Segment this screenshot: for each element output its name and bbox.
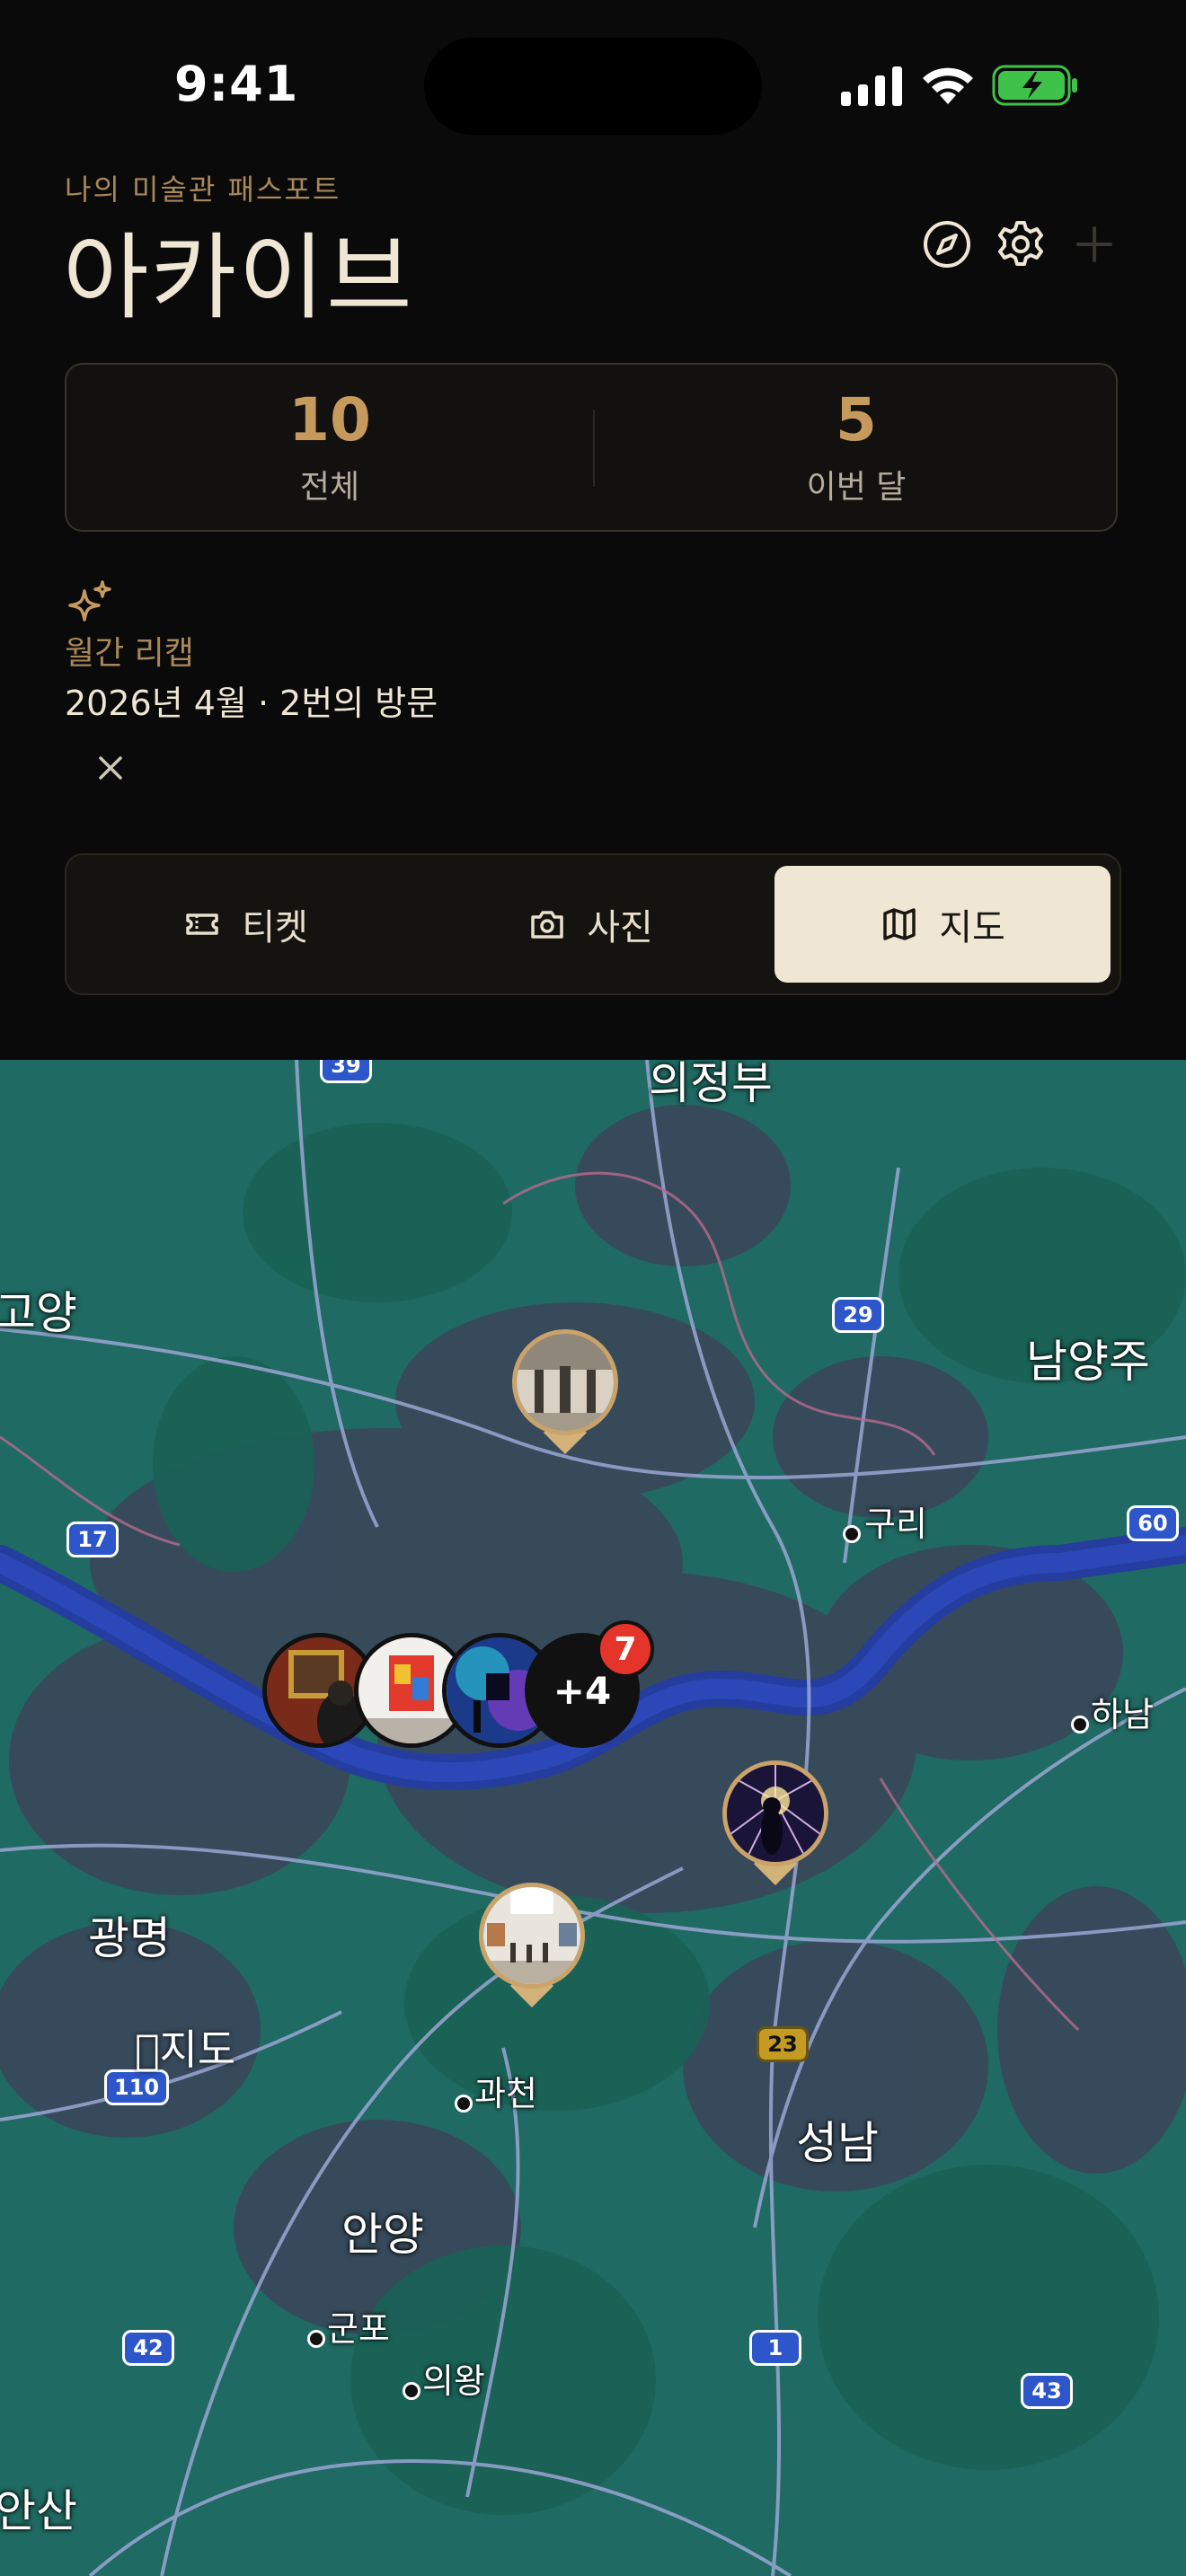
status-time: 9:41: [174, 56, 299, 112]
apple-logo-icon: : [135, 2025, 160, 2074]
stats-card: 10 전체 5 이번 달: [65, 363, 1118, 532]
map-dot-guri: [843, 1525, 861, 1543]
cluster-count-badge: 7: [597, 1620, 654, 1678]
map-label-gunpo: 군포: [327, 2309, 390, 2349]
photo-pin[interactable]: [479, 1883, 585, 1989]
tab-ticket[interactable]: 티켓: [77, 866, 413, 983]
map-base-layer: [0, 1060, 1186, 2576]
stat-total-label: 전체: [299, 468, 360, 506]
tab-photo-label: 사진: [587, 907, 653, 948]
map-label-guri: 구리: [864, 1504, 927, 1544]
map-label-namyangju: 남양주: [1026, 1336, 1150, 1388]
map-label-seongnam: 성남: [796, 2117, 879, 2169]
road-shield: 17: [66, 1522, 119, 1557]
map-label-uiwang: 의왕: [422, 2361, 485, 2401]
tab-ticket-label: 티켓: [242, 907, 308, 948]
tab-map-label: 지도: [939, 907, 1005, 948]
photo-pin[interactable]: [512, 1329, 618, 1435]
stat-this-month: 5 이번 달: [593, 385, 1120, 507]
map-attribution: 지도: [135, 2017, 235, 2077]
map-label-ansan: 안산: [0, 2485, 77, 2537]
dynamic-island: [424, 38, 762, 135]
compass-icon[interactable]: [918, 216, 976, 273]
road-shield: 43: [1021, 2373, 1073, 2409]
road-shield: 60: [1127, 1505, 1179, 1541]
map-dot-uiwang: [403, 2382, 420, 2400]
ticket-icon: [186, 913, 218, 935]
map-label-uijeongbu: 의정부: [649, 1060, 773, 1109]
map-label-hanam: 하남: [1091, 1695, 1154, 1734]
light-installation-photo: [727, 1765, 824, 1862]
page-title: 아카이브: [63, 223, 414, 332]
view-segmented-control: 티켓 사진 지도: [65, 853, 1121, 995]
stat-total-value: 10: [288, 385, 371, 454]
stat-month-label: 이번 달: [806, 468, 907, 506]
cellular-signal-icon: [841, 66, 902, 106]
map-icon: [883, 908, 916, 940]
map-label-goyang: 고양: [0, 1287, 77, 1339]
road-shield: 29: [832, 1297, 884, 1333]
road-shield: 23: [757, 2026, 809, 2062]
map-dot-gwacheon: [455, 2095, 473, 2113]
photo-pin[interactable]: [722, 1760, 828, 1866]
stat-total: 10 전체: [66, 385, 593, 507]
map-label-anyang: 안양: [341, 2209, 424, 2261]
road-shield: 42: [122, 2330, 174, 2366]
tab-map[interactable]: 지도: [774, 866, 1111, 983]
map-view[interactable]: 의정부 고양 남양주 구리 하남 광명 과천 성남 안양 군포 의왕 안산 39…: [0, 1060, 1186, 2576]
map-brand-label: 지도: [135, 2025, 236, 2074]
map-dot-hanam: [1071, 1716, 1089, 1734]
museum-gallery-photo: [483, 1887, 580, 1984]
gear-icon[interactable]: [992, 216, 1049, 273]
gallery-hall-photo: [517, 1334, 614, 1431]
recap-label: 월간 리캡: [65, 635, 194, 672]
stat-month-value: 5: [836, 385, 877, 454]
plus-icon[interactable]: [1066, 216, 1123, 273]
tab-photo[interactable]: 사진: [422, 866, 758, 983]
wifi-icon: [923, 67, 973, 104]
battery-charging-icon: [992, 65, 1077, 106]
map-label-gwacheon: 과천: [474, 2074, 537, 2113]
camera-icon: [531, 911, 563, 939]
sparkles-icon: [68, 580, 111, 622]
map-label-gwangmyeong: 광명: [88, 1912, 171, 1964]
close-icon[interactable]: [90, 747, 131, 789]
map-dot-gunpo: [307, 2330, 325, 2348]
road-shield: 1: [749, 2330, 801, 2366]
road-shield: 39: [320, 1060, 372, 1083]
recap-text: 2026년 4월 · 2번의 방문: [65, 684, 438, 723]
